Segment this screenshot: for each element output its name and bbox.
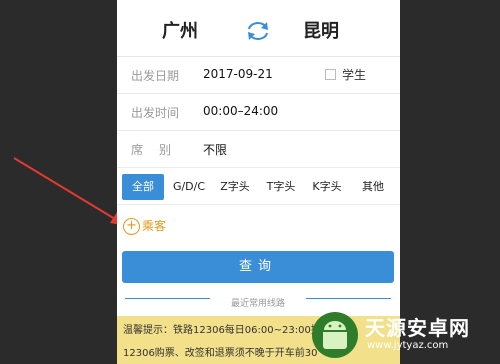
watermark-logo: 天源安卓网 www.jytyaz.com	[309, 310, 494, 360]
watermark-url: www.jytyaz.com	[367, 340, 449, 351]
time-label: 出发时间	[131, 106, 180, 120]
seat-label: 席别	[131, 143, 188, 157]
filter-gdc[interactable]: G/D/C	[168, 174, 210, 200]
refresh-swap-icon[interactable]	[245, 20, 271, 42]
watermark-title: 天源安卓网	[365, 316, 470, 340]
filter-k[interactable]: K字头	[306, 174, 348, 200]
query-button[interactable]: 查询	[122, 251, 394, 283]
student-label: 学生	[342, 68, 367, 82]
filter-z[interactable]: Z字头	[214, 174, 256, 200]
student-checkbox[interactable]: 学生	[325, 66, 366, 83]
passenger-label: 乘客	[142, 219, 167, 233]
recent-routes-divider: 最近常用线路	[125, 291, 391, 309]
android-logo-icon	[312, 312, 358, 358]
seat-value[interactable]: 不限	[203, 141, 227, 158]
date-label: 出发日期	[131, 69, 180, 83]
time-row[interactable]: 出发时间 00:00–24:00	[117, 94, 400, 131]
notice-line-2: 12306购票、改签和退票须不晚于开车前30	[123, 348, 318, 359]
recent-routes-label: 最近常用线路	[230, 299, 285, 309]
filter-all[interactable]: 全部	[122, 174, 164, 200]
date-value[interactable]: 2017-09-21	[203, 67, 273, 81]
date-row[interactable]: 出发日期 2017-09-21 学生	[117, 57, 400, 94]
route-selector: 广州 昆明	[117, 0, 400, 57]
divider-line-left	[125, 298, 210, 299]
notice-line-1: 温馨提示：铁路12306每日06:00~23:00提	[123, 325, 321, 336]
plus-circle-icon: +	[123, 218, 140, 235]
departure-city[interactable]: 广州	[162, 17, 198, 43]
arrival-city[interactable]: 昆明	[303, 17, 339, 43]
filter-t[interactable]: T字头	[260, 174, 302, 200]
checkbox-icon[interactable]	[325, 69, 336, 80]
time-value[interactable]: 00:00–24:00	[203, 104, 278, 118]
train-type-filters: 全部 G/D/C Z字头 T字头 K字头 其他	[117, 174, 400, 205]
seat-row[interactable]: 席别 不限	[117, 131, 400, 168]
add-passenger-button[interactable]: + 乘客	[123, 215, 166, 237]
divider-line-right	[306, 298, 391, 299]
filter-other[interactable]: 其他	[352, 174, 394, 200]
